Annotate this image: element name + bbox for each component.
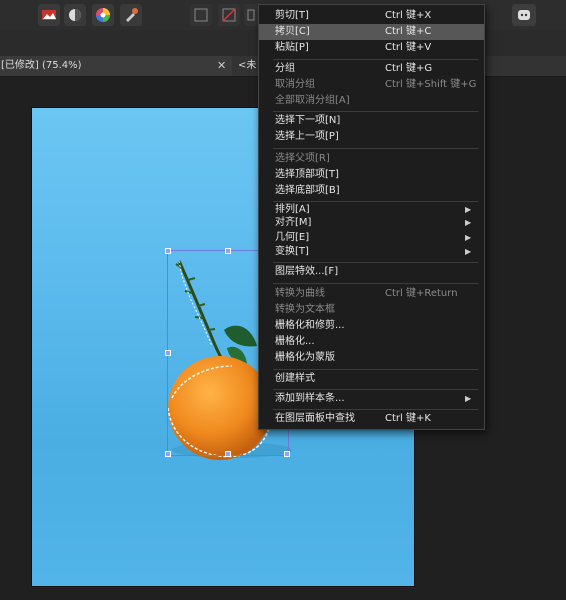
menu-item-select-previous[interactable]: 选择上一项[P]: [259, 129, 484, 145]
menu-separator: [273, 389, 478, 390]
assistant-icon[interactable]: [512, 4, 536, 26]
context-menu: 剪切[T] Ctrl 键+X 拷贝[C] Ctrl 键+C 粘贴[P] Ctrl…: [258, 4, 485, 430]
menu-item-cut[interactable]: 剪切[T] Ctrl 键+X: [259, 8, 484, 24]
menu-item-shortcut: Ctrl 键+Shift 键+G: [385, 79, 477, 90]
menu-item-label: 选择顶部项[T]: [275, 169, 339, 180]
menu-item-select-next[interactable]: 选择下一项[N]: [259, 113, 484, 129]
menu-item-align[interactable]: 对齐[M] ▶: [259, 215, 484, 231]
submenu-arrow-icon: ▶: [465, 247, 472, 256]
menu-item-rasterize-to-mask[interactable]: 栅格化为蒙版: [259, 350, 484, 366]
menu-item-label: 对齐[M]: [275, 217, 312, 228]
menu-item-label: 栅格化为蒙版: [275, 352, 335, 363]
transparency-grid-icon[interactable]: [190, 4, 212, 26]
resize-handle-top-left[interactable]: [165, 248, 171, 254]
tab-label: [已修改] (75.4%): [1, 60, 82, 71]
export-persona-icon[interactable]: [120, 4, 142, 26]
menu-item-create-style[interactable]: 创建样式: [259, 371, 484, 387]
menu-separator: [273, 283, 478, 284]
menu-item-label: 粘贴[P]: [275, 42, 309, 53]
resize-handle-bottom-left[interactable]: [165, 451, 171, 457]
menu-separator: [273, 409, 478, 410]
tab-untitled[interactable]: <未标: [238, 56, 258, 91]
menu-item-label: 分组: [275, 63, 295, 74]
pixel-persona-icon[interactable]: [64, 4, 86, 26]
menu-item-shortcut: Ctrl 键+Return: [385, 288, 458, 299]
menu-item-label: 剪切[T]: [275, 10, 309, 21]
resize-handle-bottom-right[interactable]: [284, 451, 290, 457]
menu-separator: [273, 111, 478, 112]
menu-item-label: 图层特效...[F]: [275, 266, 339, 277]
menu-item-shortcut: Ctrl 键+V: [385, 42, 432, 53]
color-wheel-icon[interactable]: [92, 4, 114, 26]
menu-item-label: 选择下一项[N]: [275, 115, 341, 126]
menu-item-shortcut: Ctrl 键+K: [385, 413, 431, 424]
close-tab-icon[interactable]: ✕: [217, 56, 226, 76]
menu-item-label: 添加到样本条...: [275, 393, 345, 404]
menu-item-ungroup-all: 全部取消分组[A]: [259, 93, 484, 109]
menu-item-label: 在图层面板中查找: [275, 413, 355, 424]
resize-handle-top[interactable]: [225, 248, 231, 254]
resize-handle-left[interactable]: [165, 350, 171, 356]
submenu-arrow-icon: ▶: [465, 218, 472, 227]
tab-document-modified[interactable]: [已修改] (75.4%) ✕: [0, 56, 232, 76]
menu-item-label: 选择底部项[B]: [275, 185, 340, 196]
resize-handle-bottom[interactable]: [225, 451, 231, 457]
submenu-arrow-icon: ▶: [465, 394, 472, 403]
menu-item-select-top[interactable]: 选择顶部项[T]: [259, 167, 484, 183]
menu-item-rasterize[interactable]: 栅格化...: [259, 334, 484, 350]
menu-item-label: 转换为曲线: [275, 288, 325, 299]
no-fill-icon[interactable]: [218, 4, 240, 26]
menu-item-rasterize-and-trim[interactable]: 栅格化和修剪...: [259, 318, 484, 334]
menu-separator: [273, 59, 478, 60]
menu-item-label: 转换为文本框: [275, 304, 335, 315]
menu-item-label: 取消分组: [275, 79, 315, 90]
menu-item-copy[interactable]: 拷贝[C] Ctrl 键+C: [259, 24, 484, 40]
menu-item-select-bottom[interactable]: 选择底部项[B]: [259, 183, 484, 199]
menu-item-label: 栅格化和修剪...: [275, 320, 345, 331]
menu-item-label: 拷贝[C]: [275, 26, 310, 37]
menu-item-convert-to-curves: 转换为曲线 Ctrl 键+Return: [259, 286, 484, 302]
menu-item-paste[interactable]: 粘贴[P] Ctrl 键+V: [259, 40, 484, 56]
menu-separator: [273, 262, 478, 263]
menu-separator: [273, 369, 478, 370]
menu-item-label: 栅格化...: [275, 336, 315, 347]
menu-item-find-in-layers[interactable]: 在图层面板中查找 Ctrl 键+K: [259, 411, 484, 427]
menu-item-shortcut: Ctrl 键+G: [385, 63, 433, 74]
menu-item-label: 全部取消分组[A]: [275, 95, 350, 106]
menu-item-shortcut: Ctrl 键+X: [385, 10, 432, 21]
menu-item-label: 变换[T]: [275, 246, 309, 257]
menu-separator: [273, 148, 478, 149]
menu-item-ungroup: 取消分组 Ctrl 键+Shift 键+G: [259, 77, 484, 93]
menu-item-label: 选择上一项[P]: [275, 131, 339, 142]
menu-item-layer-effects[interactable]: 图层特效...[F]: [259, 264, 484, 280]
menu-item-add-to-swatches[interactable]: 添加到样本条... ▶: [259, 391, 484, 407]
menu-item-transform[interactable]: 变换[T] ▶: [259, 244, 484, 260]
photo-persona-icon[interactable]: [38, 4, 60, 26]
menu-item-group[interactable]: 分组 Ctrl 键+G: [259, 61, 484, 77]
menu-item-shortcut: Ctrl 键+C: [385, 26, 432, 37]
menu-item-label: 创建样式: [275, 373, 315, 384]
menu-item-select-parent: 选择父项[R]: [259, 151, 484, 167]
menu-item-convert-to-text-frame: 转换为文本框: [259, 302, 484, 318]
menu-item-label: 选择父项[R]: [275, 153, 330, 164]
snap-icon[interactable]: [244, 4, 258, 26]
